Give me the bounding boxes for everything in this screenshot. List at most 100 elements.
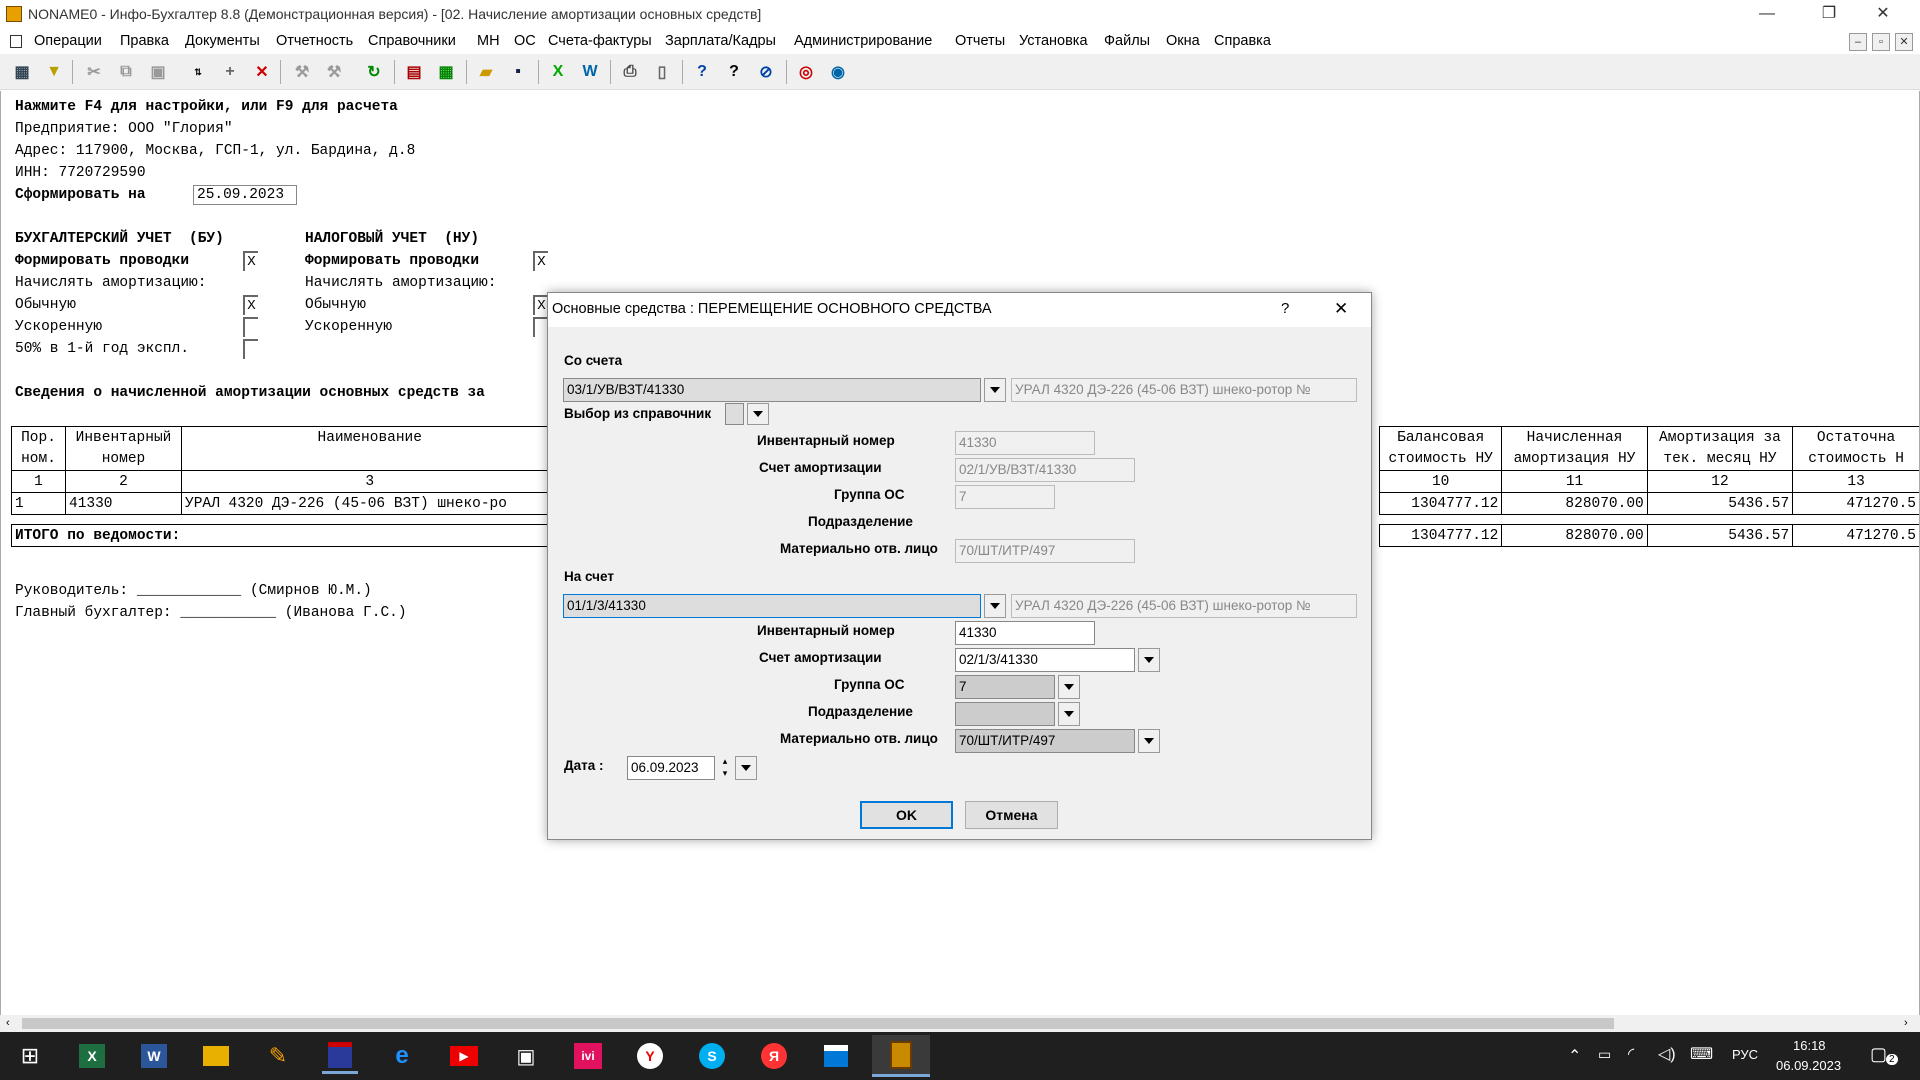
to-account-dropdown[interactable] [984, 594, 1006, 618]
preview-icon[interactable]: ▯ [650, 60, 674, 84]
infobuhgalter-taskbar-icon[interactable] [890, 1040, 912, 1069]
to-mol-dropdown[interactable] [1138, 729, 1160, 753]
bu-50-checkbox[interactable] [243, 339, 258, 359]
store-taskbar-icon[interactable] [824, 1045, 848, 1067]
pencil-taskbar-icon[interactable]: ✎ [260, 1038, 296, 1074]
language-indicator[interactable]: РУС [1732, 1047, 1758, 1062]
navigate-icon[interactable]: ⊘ [754, 60, 778, 84]
menu-edit[interactable]: Правка [120, 33, 169, 49]
menu-reports[interactable]: Отчеты [955, 33, 1005, 49]
lifebuoy-icon[interactable]: ◎ [794, 60, 818, 84]
report-icon[interactable]: ▤ [402, 60, 426, 84]
from-account-field[interactable]: 03/1/УВ/ВЗТ/41330 [563, 378, 981, 402]
volume-icon[interactable]: ◁) [1658, 1044, 1676, 1064]
cut-icon[interactable]: ✂ [82, 60, 106, 84]
explorer-taskbar-icon[interactable] [203, 1046, 229, 1066]
menu-help[interactable]: Справка [1214, 33, 1271, 49]
minimize-button[interactable]: — [1744, 0, 1790, 30]
calculator-icon[interactable]: ▦ [434, 60, 458, 84]
document-icon[interactable] [10, 35, 22, 48]
tray-chevron-icon[interactable]: ⌃ [1568, 1046, 1581, 1066]
menu-admin[interactable]: Администрирование [794, 33, 932, 49]
table-row[interactable]: 1 41330 УРАЛ 4320 ДЭ-226 (45-06 ВЗТ) шне… [11, 492, 558, 515]
to-group-dropdown[interactable] [1058, 675, 1080, 699]
app-taskbar-icon[interactable] [328, 1041, 352, 1068]
menu-invoices[interactable]: Счета-фактуры [548, 33, 652, 49]
mdi-restore-button[interactable]: ▫ [1872, 33, 1890, 51]
to-dept-dropdown[interactable] [1058, 702, 1080, 726]
refresh-icon[interactable]: ↻ [362, 60, 386, 84]
choose-from-directory-dropdown[interactable] [747, 403, 769, 425]
add-icon[interactable]: + [218, 60, 242, 84]
video-taskbar-icon[interactable]: ▶ [450, 1046, 478, 1066]
table-row[interactable]: 1304777.12 828070.00 5436.57 471270.5 [1378, 492, 1919, 515]
form-on-date-field[interactable]: 25.09.2023 [193, 185, 297, 205]
to-dept-field[interactable] [955, 702, 1055, 726]
excel-taskbar-icon[interactable]: X [79, 1044, 105, 1068]
dialog-close-button[interactable]: ✕ [1334, 299, 1348, 319]
menu-windows[interactable]: Окна [1166, 33, 1200, 49]
menu-directories[interactable]: Справочники [368, 33, 456, 49]
menu-mn[interactable]: МН [477, 33, 500, 49]
scroll-left-icon[interactable]: ‹ [6, 1017, 10, 1029]
notification-icon[interactable]: ▢ [1870, 1044, 1887, 1065]
tool-icon[interactable]: ⚒ [290, 60, 314, 84]
mdi-close-button[interactable]: ✕ [1895, 33, 1913, 51]
sort-icon[interactable]: ⇅ [186, 60, 210, 84]
yandex-browser-taskbar-icon[interactable]: Y [637, 1043, 663, 1069]
clock-date[interactable]: 06.09.2023 [1776, 1058, 1841, 1073]
window-taskbar-icon[interactable]: ▣ [508, 1038, 544, 1074]
delete-icon[interactable]: ✕ [250, 60, 274, 84]
yandex-taskbar-icon[interactable]: Я [761, 1043, 787, 1069]
bu-normal-checkbox[interactable]: X [243, 295, 258, 315]
menu-reporting[interactable]: Отчетность [276, 33, 353, 49]
web-icon[interactable]: ◉ [826, 60, 850, 84]
horizontal-scrollbar[interactable]: ‹ › [0, 1015, 1920, 1032]
edge-taskbar-icon[interactable]: e [384, 1038, 420, 1074]
excel-icon[interactable]: X [546, 60, 570, 84]
ivi-taskbar-icon[interactable]: ivi [574, 1043, 602, 1069]
to-group-field[interactable]: 7 [955, 675, 1055, 699]
skype-taskbar-icon[interactable]: S [699, 1043, 725, 1069]
help-icon[interactable]: ? [690, 60, 714, 84]
save-icon[interactable]: ▪ [506, 60, 530, 84]
ok-button[interactable]: OK [860, 801, 953, 829]
tools-icon[interactable]: ⚒ [322, 60, 346, 84]
dialog-help-button[interactable]: ? [1281, 300, 1289, 317]
nu-normal-checkbox[interactable]: X [533, 295, 548, 315]
menu-os[interactable]: ОС [514, 33, 536, 49]
restore-button[interactable]: ❐ [1806, 0, 1852, 30]
to-amort-field[interactable]: 02/1/3/41330 [955, 648, 1135, 672]
to-mol-field[interactable]: 70/ШТ/ИТР/497 [955, 729, 1135, 753]
bu-accelerated-checkbox[interactable] [243, 317, 258, 337]
copy-icon[interactable]: ⧉ [114, 60, 138, 84]
word-icon[interactable]: W [578, 60, 602, 84]
to-amort-dropdown[interactable] [1138, 648, 1160, 672]
close-button[interactable]: ✕ [1860, 0, 1906, 30]
open-folder-icon[interactable]: ▰ [474, 60, 498, 84]
grid-icon[interactable]: ▦ [10, 60, 34, 84]
menu-files[interactable]: Файлы [1104, 33, 1150, 49]
print-icon[interactable]: ⎙ [618, 60, 642, 84]
scrollbar-thumb[interactable] [22, 1018, 1614, 1029]
bu-form-postings-checkbox[interactable]: X [243, 251, 258, 271]
menu-operations[interactable]: Операции [34, 33, 102, 49]
wifi-icon[interactable]: ◜ [1628, 1044, 1634, 1064]
menu-documents[interactable]: Документы [185, 33, 260, 49]
date-dropdown[interactable] [735, 756, 757, 780]
keyboard-icon[interactable]: ⌨ [1690, 1044, 1713, 1064]
clock-time[interactable]: 16:18 [1793, 1038, 1826, 1053]
from-account-dropdown[interactable] [984, 378, 1006, 402]
mdi-minimize-button[interactable]: – [1849, 33, 1867, 51]
to-inv-field[interactable]: 41330 [955, 621, 1095, 645]
nu-accelerated-checkbox[interactable] [533, 317, 548, 337]
choose-from-directory-field[interactable] [725, 403, 744, 425]
battery-icon[interactable]: ▭ [1598, 1046, 1611, 1063]
scroll-right-icon[interactable]: › [1904, 1017, 1908, 1029]
date-spinner[interactable]: ▴ ▾ [719, 755, 731, 779]
paste-icon[interactable]: ▣ [146, 60, 170, 84]
filter-icon[interactable]: ▼ [42, 60, 66, 84]
context-help-icon[interactable]: ? [722, 60, 746, 84]
menu-setup[interactable]: Установка [1019, 33, 1088, 49]
menu-salary[interactable]: Зарплата/Кадры [665, 33, 776, 49]
